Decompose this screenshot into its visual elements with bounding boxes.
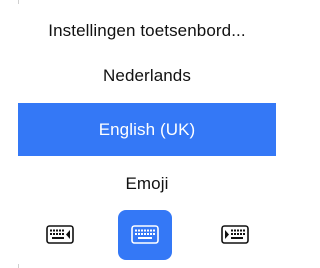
keyboard-dock-left-icon bbox=[46, 225, 74, 244]
keyboard-dock-left-button[interactable] bbox=[33, 210, 87, 260]
language-label: Nederlands bbox=[103, 66, 191, 85]
keyboard-dock-right-icon bbox=[221, 225, 249, 244]
language-item-emoji[interactable]: Emoji bbox=[18, 158, 276, 210]
keyboard-full-button[interactable] bbox=[118, 210, 172, 260]
language-label: English (UK) bbox=[98, 119, 196, 139]
keyboard-mode-selector bbox=[18, 210, 276, 260]
language-item-nederlands[interactable]: Nederlands bbox=[18, 50, 276, 102]
keyboard-settings-label: Instellingen toetsenbord... bbox=[48, 21, 246, 40]
language-item-english-uk[interactable]: English (UK) bbox=[18, 103, 276, 156]
keyboard-dock-right-button[interactable] bbox=[208, 210, 262, 260]
language-label: Emoji bbox=[125, 174, 169, 193]
keyboard-settings-item[interactable]: Instellingen toetsenbord... bbox=[18, 8, 276, 54]
keyboard-menu: Instellingen toetsenbord... Nederlands E… bbox=[18, 0, 276, 267]
keyboard-full-icon bbox=[131, 225, 159, 244]
